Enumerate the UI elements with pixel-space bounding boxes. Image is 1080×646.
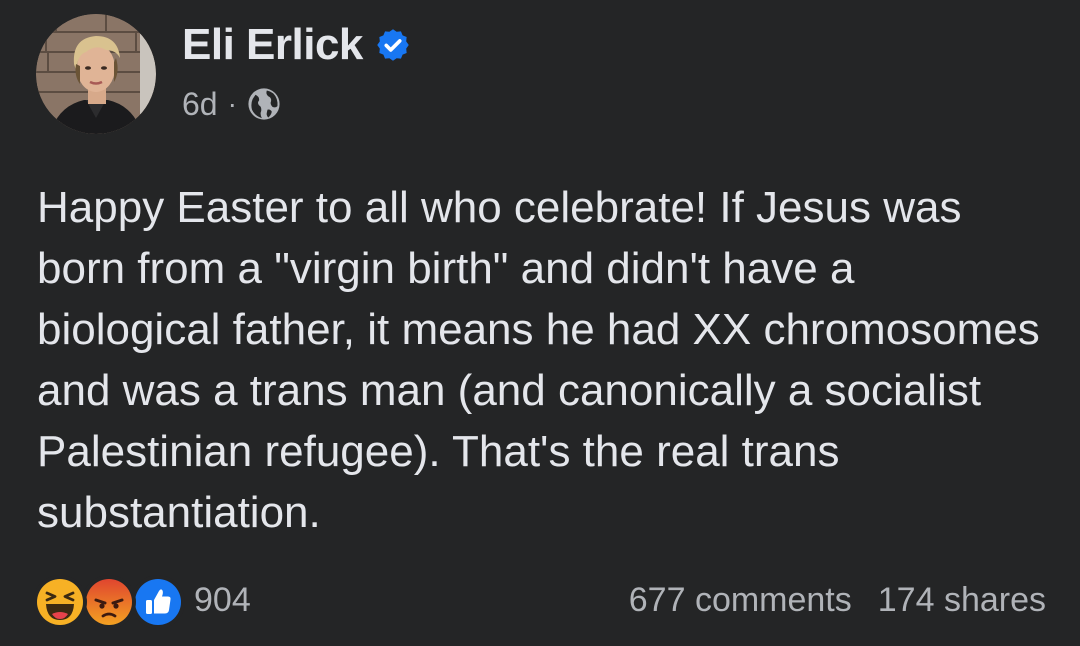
post-meta: 6d · xyxy=(182,84,281,124)
reactions-summary[interactable]: 904 xyxy=(36,572,251,628)
reaction-count: 904 xyxy=(194,580,251,619)
post-timestamp[interactable]: 6d xyxy=(182,86,218,123)
globe-icon[interactable] xyxy=(247,87,281,121)
author-name[interactable]: Eli Erlick xyxy=(182,20,363,70)
author-avatar[interactable] xyxy=(36,14,156,134)
like-reaction-icon xyxy=(134,578,182,626)
avatar-photo xyxy=(36,14,156,134)
meta-separator: · xyxy=(227,88,237,119)
reaction-icons xyxy=(36,572,182,628)
haha-reaction-icon xyxy=(36,578,84,626)
post-footer: 904 677 comments 174 shares xyxy=(36,572,1046,628)
shares-count-link[interactable]: 174 shares xyxy=(878,581,1046,620)
comments-count-link[interactable]: 677 comments xyxy=(629,581,852,620)
verified-badge-icon xyxy=(375,27,411,63)
author-name-row: Eli Erlick xyxy=(182,20,411,70)
post-stats: 677 comments 174 shares xyxy=(629,572,1046,628)
facebook-post: Eli Erlick 6d · Happy Easter to all who … xyxy=(0,0,1080,646)
post-header: Eli Erlick 6d · xyxy=(36,14,736,134)
angry-reaction-icon xyxy=(85,578,133,626)
post-text: Happy Easter to all who celebrate! If Je… xyxy=(37,183,1040,537)
